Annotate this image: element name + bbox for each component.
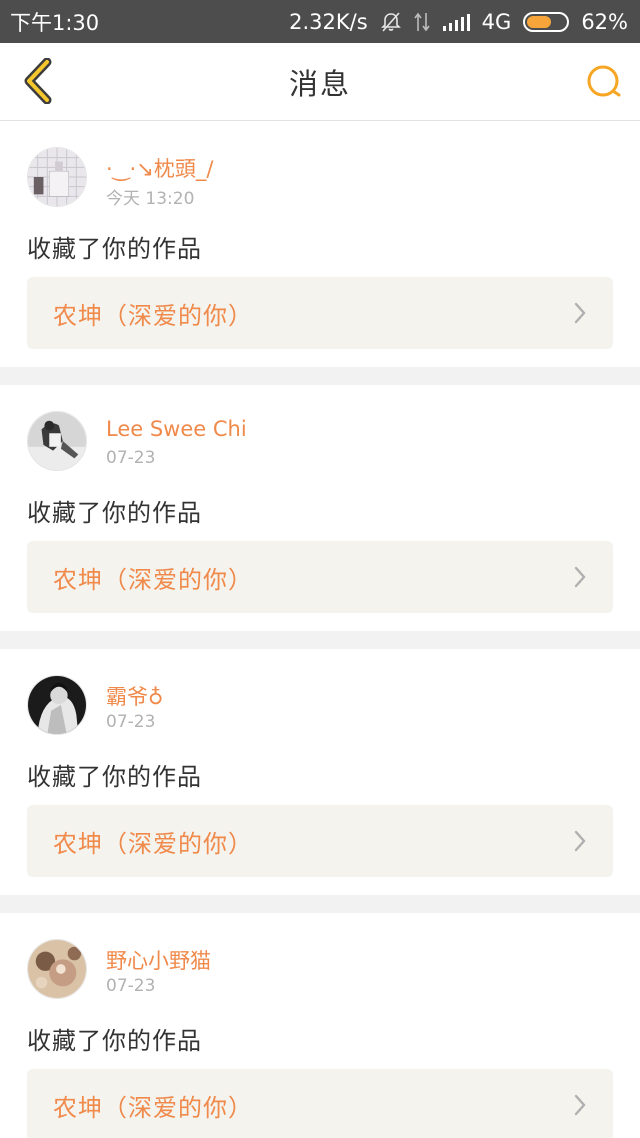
silent-bell-icon (380, 11, 402, 33)
status-bar: 下午1:30 2.32K/s 4G 62% (0, 0, 640, 43)
data-arrows-icon (414, 11, 430, 33)
timestamp: 今天 13:20 (106, 189, 195, 209)
chevron-right-icon (573, 1094, 587, 1116)
chevron-right-icon (573, 302, 587, 324)
work-title: 农坤（深爱的你） (53, 1093, 253, 1122)
avatar[interactable] (27, 675, 87, 735)
chevron-right-icon (573, 566, 587, 588)
notification-card: 野心小野猫 07-23 收藏了你的作品 农坤（深爱的你） (0, 913, 640, 1138)
signal-icon (442, 12, 470, 32)
user-name[interactable]: ·‿·↘枕頭_/ (106, 153, 213, 183)
back-button[interactable] (14, 56, 60, 106)
divider (0, 631, 640, 649)
network-speed: 2.32K/s (289, 9, 368, 34)
timestamp: 07-23 (106, 448, 156, 468)
app-header: 消息 (0, 43, 640, 121)
avatar[interactable] (27, 939, 87, 999)
work-title: 农坤（深爱的你） (53, 829, 253, 858)
work-link[interactable]: 农坤（深爱的你） (27, 541, 613, 613)
work-link[interactable]: 农坤（深爱的你） (27, 277, 613, 349)
network-type: 4G (481, 9, 512, 34)
work-title: 农坤（深爱的你） (53, 301, 253, 330)
action-text: 收藏了你的作品 (27, 499, 202, 527)
battery-percent: 62% (581, 9, 628, 34)
timestamp: 07-23 (106, 712, 156, 732)
avatar[interactable] (27, 411, 87, 471)
notification-card: Lee Swee Chi 07-23 收藏了你的作品 农坤（深爱的你） (0, 385, 640, 631)
notification-card: 霸爷♁ 07-23 收藏了你的作品 农坤（深爱的你） (0, 649, 640, 895)
battery-icon (523, 11, 570, 32)
action-text: 收藏了你的作品 (27, 235, 202, 263)
divider (0, 367, 640, 385)
user-name[interactable]: 霸爷♁ (106, 681, 163, 711)
search-button[interactable] (582, 60, 626, 104)
search-icon (587, 65, 621, 97)
timestamp: 07-23 (106, 976, 156, 996)
action-text: 收藏了你的作品 (27, 1027, 202, 1055)
work-link[interactable]: 农坤（深爱的你） (27, 805, 613, 877)
notification-card: ·‿·↘枕頭_/ 今天 13:20 收藏了你的作品 农坤（深爱的你） (0, 121, 640, 367)
user-name[interactable]: 野心小野猫 (106, 945, 211, 975)
chevron-right-icon (573, 830, 587, 852)
action-text: 收藏了你的作品 (27, 763, 202, 791)
status-time: 下午1:30 (10, 10, 100, 35)
work-link[interactable]: 农坤（深爱的你） (27, 1069, 613, 1138)
chevron-left-icon (24, 58, 52, 104)
user-name[interactable]: Lee Swee Chi (106, 417, 247, 441)
divider (0, 895, 640, 913)
work-title: 农坤（深爱的你） (53, 565, 253, 594)
battery-level (527, 15, 551, 28)
avatar[interactable] (27, 147, 87, 207)
page-title: 消息 (288, 66, 351, 101)
notification-feed: ·‿·↘枕頭_/ 今天 13:20 收藏了你的作品 农坤（深爱的你） Lee S… (0, 121, 640, 1138)
